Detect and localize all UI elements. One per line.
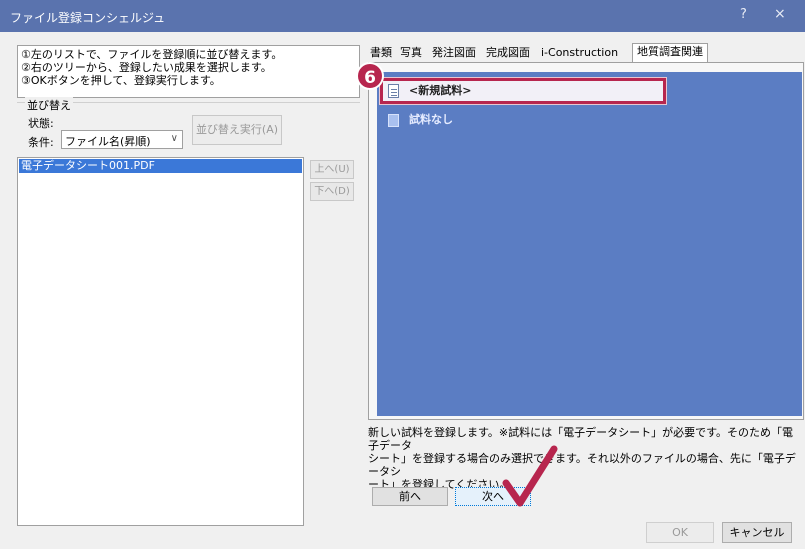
previous-button[interactable]: 前へ <box>372 487 448 506</box>
step-number-badge: 6 <box>356 62 384 90</box>
sort-execute-button[interactable]: 並び替え実行(A) <box>192 115 282 145</box>
tab-i-construction[interactable]: i-Construction <box>541 45 618 63</box>
help-button[interactable]: ? <box>740 7 747 22</box>
cancel-button[interactable]: キャンセル <box>722 522 792 543</box>
tree-item-new-sample[interactable]: <新規試料> <box>380 78 666 104</box>
sample-icon <box>388 114 399 127</box>
file-list-item[interactable]: 電子データシート001.PDF <box>19 159 302 173</box>
ok-button[interactable]: OK <box>646 522 714 543</box>
move-up-button[interactable]: 上へ(U) <box>310 160 354 179</box>
instruction-line: ①左のリストで、ファイルを登録順に並び替えます。 <box>21 48 283 61</box>
sort-condition-select[interactable]: ファイル名(昇順) ∨ <box>61 130 183 149</box>
sort-state-label: 状態: <box>28 117 54 130</box>
instruction-line: ②右のツリーから、登録したい成果を選択します。 <box>21 61 272 74</box>
file-list[interactable]: 電子データシート001.PDF <box>17 157 304 526</box>
description-text: 新しい試料を登録します。※試料には「電子データシート」が必要です。そのため「電子… <box>368 426 800 491</box>
sort-condition-label: 条件: <box>28 136 54 149</box>
tree-item-label: <新規試料> <box>409 84 472 97</box>
description-line: シート」を登録する場合のみ選択できます。それ以外のファイルの場合、先に「電子デー… <box>368 452 796 478</box>
sort-condition-value: ファイル名(昇順) <box>65 135 151 148</box>
checkmark-icon <box>502 445 558 507</box>
window-title: ファイル登録コンシェルジュ <box>10 11 166 25</box>
move-down-button[interactable]: 下へ(D) <box>310 182 354 201</box>
sort-group-label: 並び替え <box>25 97 73 113</box>
description-line: 新しい試料を登録します。※試料には「電子データシート」が必要です。そのため「電子… <box>368 426 794 452</box>
chevron-down-icon: ∨ <box>170 133 178 144</box>
instructions-panel: ①左のリストで、ファイルを登録順に並び替えます。 ②右のツリーから、登録したい成… <box>17 45 360 98</box>
tree-item-label: 試料なし <box>409 113 453 126</box>
tab-photos[interactable]: 写真 <box>400 45 422 63</box>
tab-documents[interactable]: 書類 <box>370 45 392 63</box>
close-button[interactable]: × <box>774 6 786 22</box>
title-bar: ファイル登録コンシェルジュ ? × <box>0 0 805 32</box>
document-icon <box>388 84 399 98</box>
tab-completion-drawings[interactable]: 完成図面 <box>486 45 530 63</box>
tab-order-drawings[interactable]: 発注図面 <box>432 45 476 63</box>
tree-item-no-sample[interactable]: 試料なし <box>385 110 453 130</box>
tab-geological-survey[interactable]: 地質調査関連 <box>632 43 708 63</box>
instruction-line: ③OKボタンを押して、登録実行します。 <box>21 74 221 87</box>
